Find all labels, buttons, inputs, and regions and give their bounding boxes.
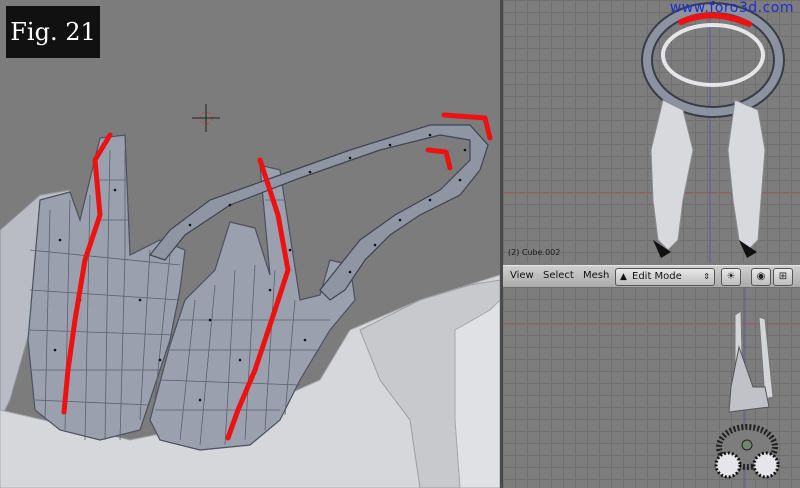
viewport-header: View Select Mesh ▲ Edit Mode ⇕ ☀ ◉ ⊞ [503, 265, 800, 289]
edit-mode-icon: ▲ [620, 272, 627, 282]
front-view-canvas [503, 0, 800, 263]
mesh-canvas [0, 104, 500, 488]
watermark-text: www.foro3d.com [669, 0, 794, 16]
mode-label: Edit Mode [632, 271, 682, 282]
view-icon: ◉ [756, 271, 766, 282]
left-leg-mesh [650, 99, 694, 251]
paw-left [714, 451, 742, 479]
snap-button[interactable]: ⊞ [773, 268, 793, 286]
top-view-canvas [503, 287, 800, 488]
main-3d-viewport[interactable]: Fig. 21 [0, 0, 500, 488]
top-view-viewport[interactable] [503, 287, 800, 488]
pivot-button[interactable]: ☀ [721, 268, 741, 286]
snap-icon: ⊞ [778, 271, 788, 282]
front-view-viewport[interactable]: www.foro3d.com [503, 0, 800, 263]
object-label: (2) Cube.002 [508, 248, 561, 257]
menu-view[interactable]: View [510, 270, 534, 281]
body-mesh-arm [454, 299, 500, 488]
highlight-bracket-inner [425, 147, 453, 171]
3d-cursor-icon [192, 104, 220, 132]
menu-mesh[interactable]: Mesh [583, 270, 609, 281]
pivot-icon: ☀ [726, 271, 736, 282]
chevron-updown-icon: ⇕ [703, 272, 710, 281]
paw-right [752, 451, 780, 479]
right-leg-mesh [727, 99, 766, 251]
figure-label: Fig. 21 [6, 6, 100, 58]
mode-selector[interactable]: ▲ Edit Mode ⇕ [615, 268, 715, 286]
menu-select[interactable]: Select [543, 270, 574, 281]
view-button[interactable]: ◉ [751, 268, 771, 286]
